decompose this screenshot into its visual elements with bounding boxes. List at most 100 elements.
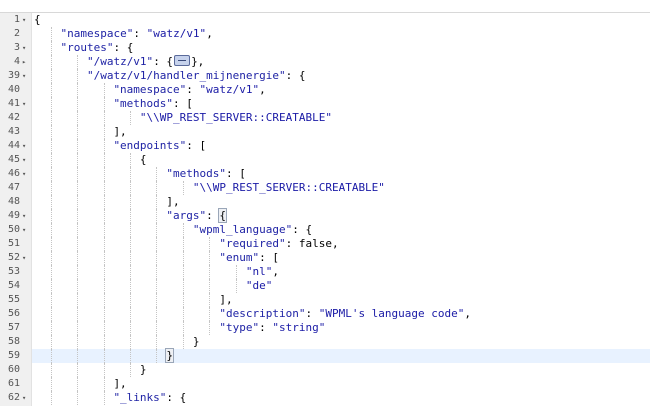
gutter-row: 53 [0, 265, 31, 279]
line-number: 55 [7, 294, 20, 305]
code-line[interactable]: } [32, 335, 650, 349]
indent-guide [129, 223, 131, 237]
code-line-text: "methods": [ [113, 97, 192, 111]
indent-guide [50, 83, 52, 97]
indent-guide [103, 209, 105, 223]
code-line-text: "namespace": "watz/v1", [60, 27, 212, 41]
indent-guide [50, 153, 52, 167]
indent-guide [156, 167, 158, 181]
code-line[interactable]: "/watz/v1": {}, [32, 55, 650, 69]
fold-open-icon[interactable]: ▾ [22, 97, 26, 111]
line-number: 43 [7, 126, 20, 137]
code-line[interactable]: ], [32, 195, 650, 209]
code-line[interactable]: "/watz/v1/handler_mijnenergie": { [32, 69, 650, 83]
indent-guide [129, 265, 131, 279]
fold-open-icon[interactable]: ▾ [22, 167, 26, 181]
json-punctuation: , [206, 27, 213, 40]
indent-guide [129, 153, 131, 167]
fold-closed-icon[interactable]: ▸ [22, 55, 26, 69]
indent-guide [50, 363, 52, 377]
json-punctuation: }, [191, 55, 205, 68]
line-number: 58 [7, 336, 20, 347]
indent-guide [103, 153, 105, 167]
indent-guide [77, 237, 79, 251]
code-line-text: "wpml_language": { [193, 223, 312, 237]
indent-guide [77, 181, 79, 195]
code-line[interactable]: "enum": [ [32, 251, 650, 265]
code-line[interactable]: "endpoints": [ [32, 139, 650, 153]
code-line[interactable]: { [32, 153, 650, 167]
json-punctuation: , [272, 265, 279, 278]
code-line-text: ], [113, 377, 126, 391]
gutter-row: 54 [0, 279, 31, 293]
gutter-row: 55 [0, 293, 31, 307]
fold-open-icon[interactable]: ▾ [22, 223, 26, 237]
code-line[interactable]: "description": "WPML's language code", [32, 307, 650, 321]
indent-guide [50, 167, 52, 181]
fold-open-icon[interactable]: ▾ [22, 391, 26, 405]
code-line[interactable]: "methods": [ [32, 97, 650, 111]
json-key: "/watz/v1/handler_mijnenergie" [86, 69, 286, 82]
indent-guide [103, 293, 105, 307]
code-line[interactable]: } [32, 363, 650, 377]
fold-open-icon[interactable]: ▾ [22, 153, 26, 167]
fold-open-icon[interactable]: ▾ [22, 139, 26, 153]
editor-top-bar [0, 0, 650, 13]
collapsed-block-icon[interactable] [174, 55, 191, 66]
indent-guide [50, 125, 52, 139]
code-line[interactable]: "methods": [ [32, 167, 650, 181]
code-line[interactable]: { [32, 13, 650, 27]
fold-open-icon[interactable]: ▾ [22, 41, 26, 55]
indent-guide [77, 111, 79, 125]
fold-open-icon[interactable]: ▾ [22, 13, 26, 27]
json-key: "endpoints" [113, 139, 187, 152]
code-line[interactable]: "\\WP_REST_SERVER::CREATABLE" [32, 111, 650, 125]
code-line[interactable]: "required": false, [32, 237, 650, 251]
fold-open-icon[interactable]: ▾ [22, 69, 26, 83]
code-line[interactable]: ], [32, 125, 650, 139]
json-key: "namespace" [60, 27, 134, 40]
code-line[interactable]: "routes": { [32, 41, 650, 55]
fold-open-icon[interactable]: ▾ [22, 251, 26, 265]
indent-guide [77, 139, 79, 153]
indent-guide [156, 237, 158, 251]
json-code-editor[interactable]: 1 ▾ 2 3 ▾ 4 ▸ 39 ▾ 40 41 ▾ 42 43 44 ▾ 45 ▾ 46 ▾ 47 48 49 ▾ 50 ▾ 51… [0, 0, 650, 406]
code-area[interactable]: {"namespace": "watz/v1", "routes": {"/wat… [32, 13, 650, 406]
indent-guide [209, 307, 211, 321]
indent-guide [77, 153, 79, 167]
json-punctuation: : [ [173, 97, 193, 110]
code-line-text: } [140, 363, 147, 377]
indent-guide [103, 335, 105, 349]
indent-guide [182, 321, 184, 335]
json-string-value: "watz/v1" [146, 27, 207, 40]
line-number: 2 [13, 28, 20, 39]
code-line[interactable]: "de" [32, 279, 650, 293]
code-line[interactable]: "namespace": "watz/v1", [32, 83, 650, 97]
code-line-text: ], [113, 125, 126, 139]
code-line[interactable]: "\\WP_REST_SERVER::CREATABLE" [32, 181, 650, 195]
indent-guide [156, 265, 158, 279]
json-punctuation: , [259, 83, 266, 96]
code-line[interactable]: "nl", [32, 265, 650, 279]
code-line[interactable]: "type": "string" [32, 321, 650, 335]
json-punctuation: : { [153, 55, 174, 68]
gutter-row: 4 ▸ [0, 55, 31, 69]
json-literal-value: false [298, 237, 332, 250]
code-line[interactable]: ], [32, 377, 650, 391]
line-number: 62 [7, 392, 20, 403]
code-line-active[interactable]: } [32, 348, 650, 363]
indent-guide [77, 321, 79, 335]
code-line[interactable]: ], [32, 293, 650, 307]
line-number: 39 [7, 70, 20, 81]
indent-guide [182, 181, 184, 195]
code-line[interactable]: "wpml_language": { [32, 223, 650, 237]
fold-open-icon[interactable]: ▾ [22, 209, 26, 223]
code-line[interactable]: "_links": { [32, 391, 650, 405]
indent-guide [209, 251, 211, 265]
code-line[interactable]: "namespace": "watz/v1", [32, 27, 650, 41]
line-number: 53 [7, 266, 20, 277]
indent-guide [77, 167, 79, 181]
line-number: 44 [7, 140, 20, 151]
code-line-text: "enum": [ [219, 251, 279, 265]
code-line[interactable]: "args": { [32, 208, 650, 223]
